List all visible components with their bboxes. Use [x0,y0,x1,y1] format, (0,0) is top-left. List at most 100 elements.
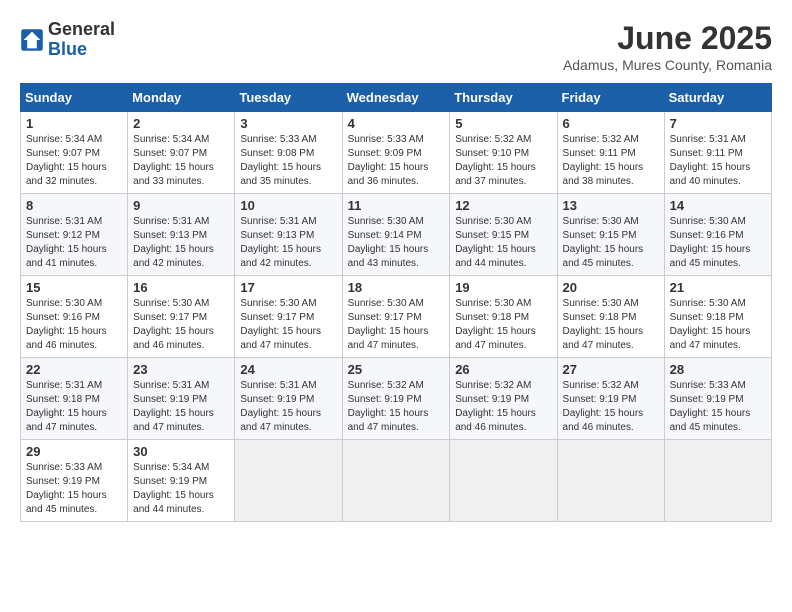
day-info: Sunrise: 5:32 AMSunset: 9:19 PMDaylight:… [563,379,659,435]
day-number: 1 [26,116,122,131]
calendar-cell: 9 Sunrise: 5:31 AMSunset: 9:13 PMDaylight… [128,194,235,276]
calendar-cell [664,440,771,522]
calendar-cell: 13 Sunrise: 5:30 AMSunset: 9:15 PMDayligh… [557,194,664,276]
day-number: 18 [348,280,445,295]
logo-text-general: General [48,19,115,39]
logo-text-blue: Blue [48,39,87,59]
day-number: 28 [670,362,766,377]
day-number: 7 [670,116,766,131]
day-number: 4 [348,116,445,131]
calendar-table: SundayMondayTuesdayWednesdayThursdayFrid… [20,83,772,522]
weekday-header-wednesday: Wednesday [342,84,450,112]
day-number: 6 [563,116,659,131]
calendar-week-1: 1 Sunrise: 5:34 AMSunset: 9:07 PMDaylight… [21,112,772,194]
calendar-cell: 23 Sunrise: 5:31 AMSunset: 9:19 PMDayligh… [128,358,235,440]
day-number: 9 [133,198,229,213]
calendar-cell: 19 Sunrise: 5:30 AMSunset: 9:18 PMDayligh… [450,276,557,358]
day-number: 20 [563,280,659,295]
weekday-header-row: SundayMondayTuesdayWednesdayThursdayFrid… [21,84,772,112]
day-info: Sunrise: 5:30 AMSunset: 9:17 PMDaylight:… [133,297,229,353]
day-info: Sunrise: 5:31 AMSunset: 9:18 PMDaylight:… [26,379,122,435]
weekday-header-thursday: Thursday [450,84,557,112]
calendar-week-3: 15 Sunrise: 5:30 AMSunset: 9:16 PMDayligh… [21,276,772,358]
day-number: 15 [26,280,122,295]
day-number: 11 [348,198,445,213]
weekday-header-tuesday: Tuesday [235,84,342,112]
calendar-cell: 1Sunrise: 5:34 AMSunset: 9:07 PMDaylight… [21,112,128,194]
calendar-cell: 22 Sunrise: 5:31 AMSunset: 9:18 PMDayligh… [21,358,128,440]
calendar-cell: 24 Sunrise: 5:31 AMSunset: 9:19 PMDayligh… [235,358,342,440]
calendar-cell: 20 Sunrise: 5:30 AMSunset: 9:18 PMDayligh… [557,276,664,358]
calendar-cell: 7 Sunrise: 5:31 AMSunset: 9:11 PMDaylight… [664,112,771,194]
weekday-header-monday: Monday [128,84,235,112]
day-info: Sunrise: 5:31 AMSunset: 9:19 PMDaylight:… [133,379,229,435]
day-info: Sunrise: 5:32 AMSunset: 9:10 PMDaylight:… [455,133,551,189]
calendar-week-2: 8 Sunrise: 5:31 AMSunset: 9:12 PMDaylight… [21,194,772,276]
day-info: Sunrise: 5:32 AMSunset: 9:11 PMDaylight:… [563,133,659,189]
day-info: Sunrise: 5:31 AMSunset: 9:13 PMDaylight:… [240,215,336,271]
day-info: Sunrise: 5:31 AMSunset: 9:11 PMDaylight:… [670,133,766,189]
calendar-week-5: 29 Sunrise: 5:33 AMSunset: 9:19 PMDayligh… [21,440,772,522]
calendar-cell [342,440,450,522]
day-number: 22 [26,362,122,377]
day-info: Sunrise: 5:34 AMSunset: 9:19 PMDaylight:… [133,461,229,517]
calendar-subtitle: Adamus, Mures County, Romania [563,57,772,73]
day-info: Sunrise: 5:30 AMSunset: 9:17 PMDaylight:… [348,297,445,353]
logo: General Blue [20,20,115,60]
day-number: 30 [133,444,229,459]
calendar-cell: 30 Sunrise: 5:34 AMSunset: 9:19 PMDayligh… [128,440,235,522]
day-number: 17 [240,280,336,295]
day-number: 19 [455,280,551,295]
day-number: 8 [26,198,122,213]
calendar-cell [235,440,342,522]
day-info: Sunrise: 5:33 AMSunset: 9:19 PMDaylight:… [26,461,122,517]
weekday-header-friday: Friday [557,84,664,112]
day-number: 29 [26,444,122,459]
day-number: 16 [133,280,229,295]
calendar-cell: 5Sunrise: 5:32 AMSunset: 9:10 PMDaylight… [450,112,557,194]
day-number: 12 [455,198,551,213]
day-number: 13 [563,198,659,213]
calendar-cell: 4Sunrise: 5:33 AMSunset: 9:09 PMDaylight… [342,112,450,194]
day-info: Sunrise: 5:30 AMSunset: 9:14 PMDaylight:… [348,215,445,271]
calendar-cell: 16 Sunrise: 5:30 AMSunset: 9:17 PMDayligh… [128,276,235,358]
day-info: Sunrise: 5:31 AMSunset: 9:19 PMDaylight:… [240,379,336,435]
weekday-header-sunday: Sunday [21,84,128,112]
calendar-cell: 8 Sunrise: 5:31 AMSunset: 9:12 PMDaylight… [21,194,128,276]
day-number: 24 [240,362,336,377]
calendar-cell: 21Sunrise: 5:30 AMSunset: 9:18 PMDayligh… [664,276,771,358]
day-info: Sunrise: 5:30 AMSunset: 9:18 PMDaylight:… [455,297,551,353]
day-info: Sunrise: 5:30 AMSunset: 9:18 PMDaylight:… [563,297,659,353]
day-info: Sunrise: 5:30 AMSunset: 9:15 PMDaylight:… [455,215,551,271]
calendar-cell: 14 Sunrise: 5:30 AMSunset: 9:16 PMDayligh… [664,194,771,276]
calendar-cell: 26Sunrise: 5:32 AMSunset: 9:19 PMDayligh… [450,358,557,440]
day-number: 23 [133,362,229,377]
calendar-title: June 2025 [563,20,772,57]
calendar-cell: 15 Sunrise: 5:30 AMSunset: 9:16 PMDayligh… [21,276,128,358]
calendar-cell: 25 Sunrise: 5:32 AMSunset: 9:19 PMDayligh… [342,358,450,440]
calendar-cell: 6 Sunrise: 5:32 AMSunset: 9:11 PMDaylight… [557,112,664,194]
logo-icon [20,28,44,52]
calendar-cell: 11 Sunrise: 5:30 AMSunset: 9:14 PMDayligh… [342,194,450,276]
day-info: Sunrise: 5:31 AMSunset: 9:12 PMDaylight:… [26,215,122,271]
day-info: Sunrise: 5:32 AMSunset: 9:19 PMDaylight:… [455,379,551,435]
day-info: Sunrise: 5:32 AMSunset: 9:19 PMDaylight:… [348,379,445,435]
day-info: Sunrise: 5:31 AMSunset: 9:13 PMDaylight:… [133,215,229,271]
calendar-cell: 28Sunrise: 5:33 AMSunset: 9:19 PMDayligh… [664,358,771,440]
title-area: June 2025 Adamus, Mures County, Romania [563,20,772,73]
day-number: 2 [133,116,229,131]
calendar-cell: 17Sunrise: 5:30 AMSunset: 9:17 PMDayligh… [235,276,342,358]
calendar-cell: 18 Sunrise: 5:30 AMSunset: 9:17 PMDayligh… [342,276,450,358]
day-info: Sunrise: 5:33 AMSunset: 9:08 PMDaylight:… [240,133,336,189]
day-number: 10 [240,198,336,213]
calendar-cell: 2 Sunrise: 5:34 AMSunset: 9:07 PMDaylight… [128,112,235,194]
day-number: 27 [563,362,659,377]
day-number: 25 [348,362,445,377]
weekday-header-saturday: Saturday [664,84,771,112]
day-number: 3 [240,116,336,131]
day-info: Sunrise: 5:34 AMSunset: 9:07 PMDaylight:… [133,133,229,189]
day-info: Sunrise: 5:30 AMSunset: 9:15 PMDaylight:… [563,215,659,271]
day-info: Sunrise: 5:30 AMSunset: 9:16 PMDaylight:… [26,297,122,353]
day-info: Sunrise: 5:30 AMSunset: 9:16 PMDaylight:… [670,215,766,271]
day-number: 14 [670,198,766,213]
